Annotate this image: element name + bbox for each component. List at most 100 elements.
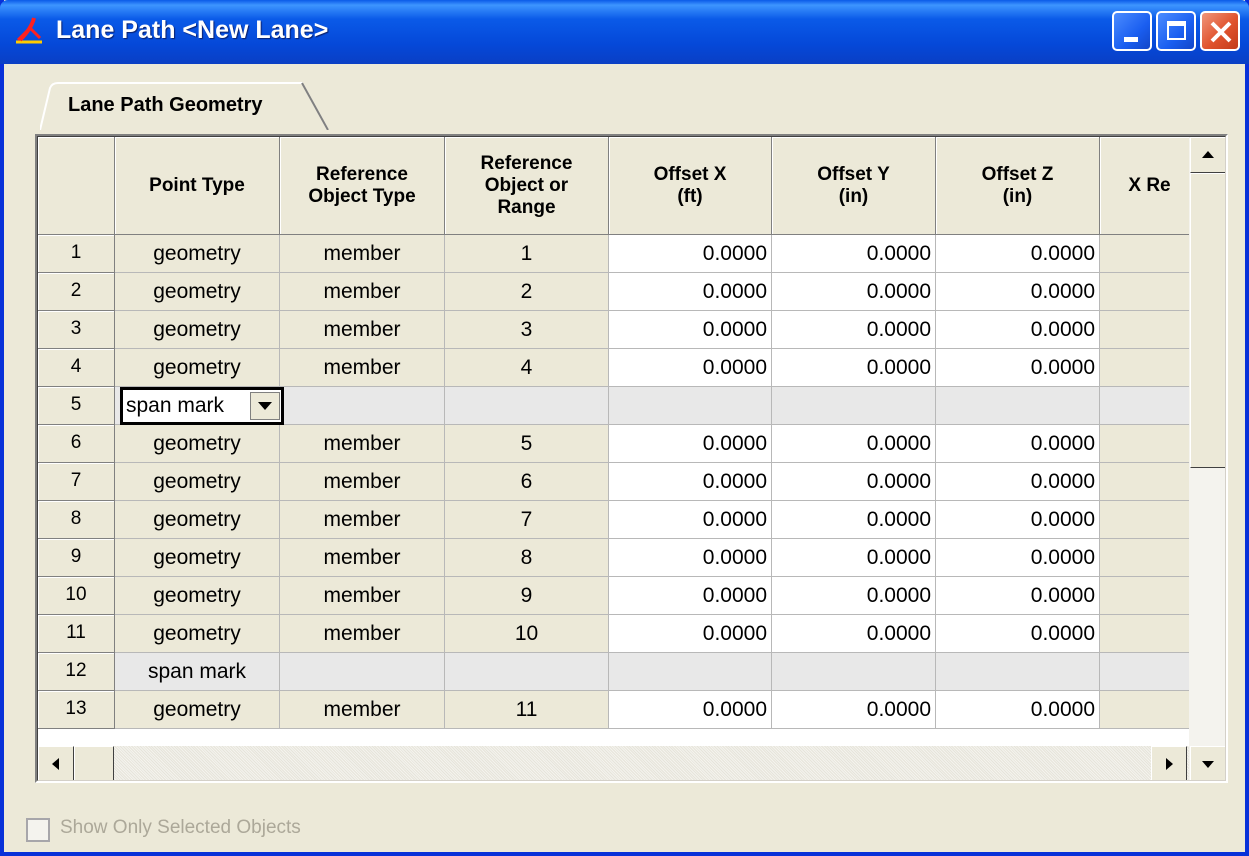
table-cell[interactable]: 0.0000 (936, 691, 1100, 729)
table-cell[interactable]: 0.0000 (772, 273, 936, 311)
table-cell[interactable]: 0.0000 (772, 425, 936, 463)
lane-path-grid[interactable]: Point Type Reference Object Type Reference… (35, 134, 1228, 783)
tab-lane-path-geometry[interactable]: Lane Path Geometry (40, 82, 330, 130)
table-cell[interactable]: geometry (115, 311, 280, 349)
title-bar[interactable]: Lane Path <New Lane> (0, 0, 1249, 64)
table-cell[interactable] (1100, 501, 1200, 539)
table-cell[interactable]: geometry (115, 615, 280, 653)
table-cell[interactable]: 7 (445, 501, 609, 539)
table-cell[interactable]: geometry (115, 425, 280, 463)
table-cell[interactable]: 4 (445, 349, 609, 387)
table-cell[interactable] (1100, 273, 1200, 311)
table-cell[interactable]: member (280, 501, 445, 539)
column-header[interactable]: X Re (1100, 137, 1200, 235)
horizontal-scroll-thumb[interactable] (74, 746, 114, 780)
table-cell[interactable]: 0.0000 (936, 539, 1100, 577)
table-cell[interactable] (445, 387, 609, 425)
table-cell[interactable]: span mark (115, 653, 280, 691)
table-cell[interactable]: 0.0000 (609, 235, 772, 273)
table-cell[interactable]: 0.0000 (772, 577, 936, 615)
vertical-scrollbar[interactable] (1189, 137, 1225, 780)
table-cell[interactable]: 2 (445, 273, 609, 311)
maximize-button[interactable] (1156, 11, 1196, 51)
table-cell[interactable] (936, 653, 1100, 691)
table-cell[interactable]: member (280, 577, 445, 615)
table-cell[interactable]: geometry (115, 501, 280, 539)
row-header[interactable]: 5 (38, 387, 115, 425)
table-cell[interactable]: member (280, 463, 445, 501)
column-header[interactable]: Point Type (115, 137, 280, 235)
scroll-up-button[interactable] (1190, 137, 1225, 173)
table-cell[interactable] (609, 653, 772, 691)
table-cell[interactable]: 11 (445, 691, 609, 729)
table-cell[interactable]: 0.0000 (936, 311, 1100, 349)
table-cell[interactable] (1100, 349, 1200, 387)
table-cell[interactable]: member (280, 539, 445, 577)
dropdown-button[interactable] (250, 392, 280, 420)
table-cell[interactable]: 6 (445, 463, 609, 501)
minimize-button[interactable] (1112, 11, 1152, 51)
table-cell[interactable]: 0.0000 (772, 615, 936, 653)
table-cell[interactable]: 0.0000 (609, 425, 772, 463)
column-header[interactable]: Offset X (ft) (609, 137, 772, 235)
table-cell[interactable]: member (280, 691, 445, 729)
table-cell[interactable] (1100, 463, 1200, 501)
table-cell[interactable]: 0.0000 (609, 273, 772, 311)
row-header[interactable]: 1 (38, 235, 115, 273)
table-cell[interactable]: 0.0000 (609, 311, 772, 349)
table-cell[interactable]: 0.0000 (609, 691, 772, 729)
table-cell[interactable] (936, 387, 1100, 425)
table-cell[interactable] (1100, 387, 1200, 425)
table-cell[interactable]: member (280, 273, 445, 311)
table-cell[interactable]: 0.0000 (936, 463, 1100, 501)
table-cell[interactable]: 1 (445, 235, 609, 273)
point-type-dropdown[interactable]: span mark (120, 387, 284, 425)
table-cell[interactable] (445, 653, 609, 691)
table-cell[interactable]: 0.0000 (772, 463, 936, 501)
table-cell[interactable]: 0.0000 (936, 501, 1100, 539)
column-header[interactable]: Offset Y (in) (772, 137, 936, 235)
table-cell[interactable]: member (280, 311, 445, 349)
table-cell[interactable] (1100, 653, 1200, 691)
table-cell[interactable] (1100, 539, 1200, 577)
row-header[interactable]: 4 (38, 349, 115, 387)
table-cell[interactable]: 0.0000 (609, 463, 772, 501)
table-cell[interactable]: 0.0000 (936, 349, 1100, 387)
table-cell[interactable]: member (280, 349, 445, 387)
row-header[interactable]: 12 (38, 653, 115, 691)
table-cell[interactable]: geometry (115, 539, 280, 577)
table-cell[interactable]: 0.0000 (772, 501, 936, 539)
table-cell[interactable]: 0.0000 (772, 539, 936, 577)
table-cell[interactable]: 0.0000 (936, 577, 1100, 615)
table-cell[interactable]: 10 (445, 615, 609, 653)
row-header[interactable]: 7 (38, 463, 115, 501)
table-cell[interactable]: 0.0000 (936, 235, 1100, 273)
table-cell[interactable] (1100, 311, 1200, 349)
table-cell[interactable] (1100, 425, 1200, 463)
table-cell[interactable] (1100, 577, 1200, 615)
table-cell[interactable] (1100, 615, 1200, 653)
row-header[interactable]: 8 (38, 501, 115, 539)
row-header[interactable]: 10 (38, 577, 115, 615)
table-cell[interactable]: 0.0000 (609, 615, 772, 653)
table-cell[interactable]: member (280, 235, 445, 273)
show-only-selected-checkbox[interactable] (26, 818, 50, 842)
scroll-down-button[interactable] (1190, 746, 1225, 780)
table-cell[interactable]: member (280, 615, 445, 653)
column-header[interactable]: Reference Object or Range (445, 137, 609, 235)
row-header[interactable]: 11 (38, 615, 115, 653)
table-cell[interactable]: geometry (115, 349, 280, 387)
table-cell[interactable]: 9 (445, 577, 609, 615)
column-header[interactable]: Reference Object Type (280, 137, 445, 235)
table-cell[interactable]: 0.0000 (936, 273, 1100, 311)
table-cell[interactable]: 0.0000 (936, 615, 1100, 653)
table-cell[interactable]: geometry (115, 463, 280, 501)
table-cell[interactable] (609, 387, 772, 425)
table-cell[interactable]: 3 (445, 311, 609, 349)
table-cell[interactable] (1100, 235, 1200, 273)
table-cell[interactable] (280, 387, 445, 425)
table-cell[interactable] (280, 653, 445, 691)
vertical-scroll-thumb[interactable] (1190, 173, 1225, 468)
scroll-left-button[interactable] (38, 746, 74, 780)
row-header[interactable]: 3 (38, 311, 115, 349)
